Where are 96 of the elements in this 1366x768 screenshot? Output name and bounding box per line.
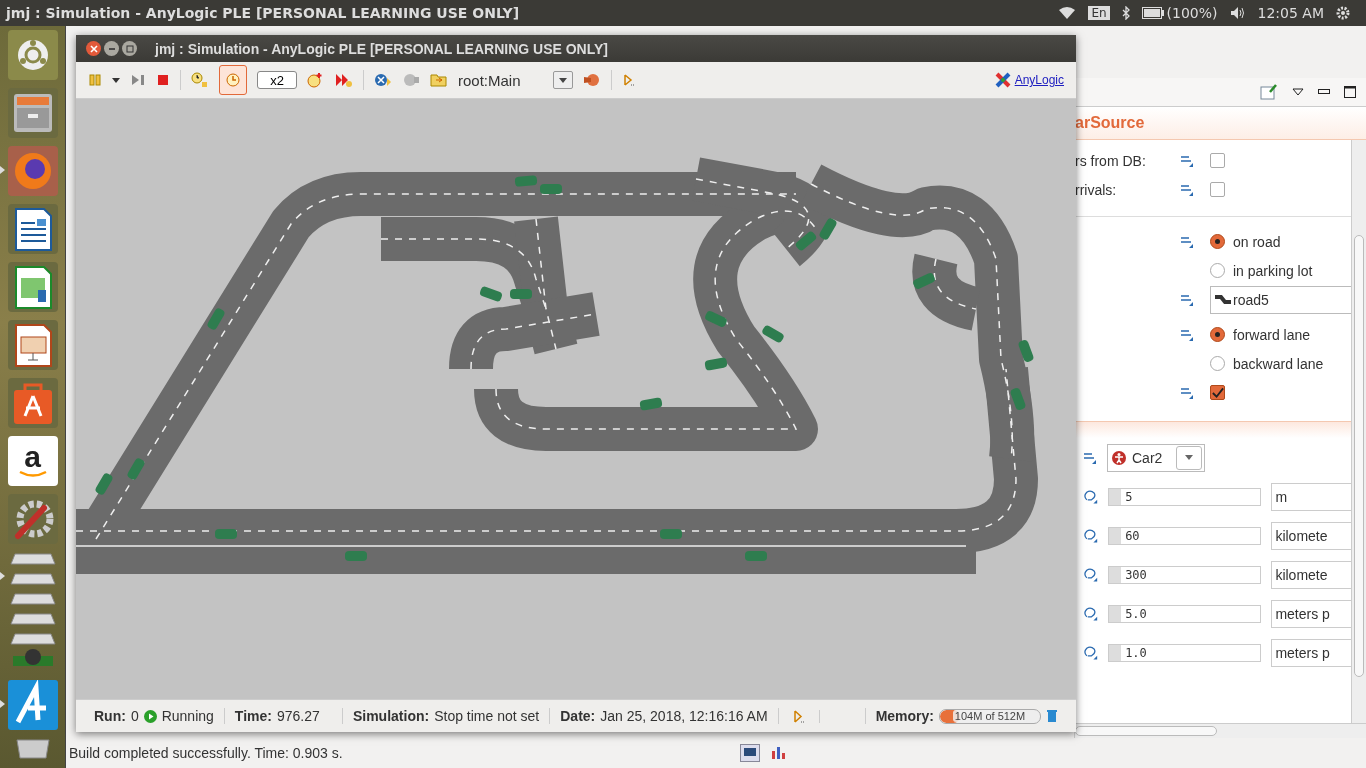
status-value: Running [161,708,214,724]
checkbox[interactable] [1210,385,1225,400]
window-title: jmj : Simulation - AnyLogic PLE [PERSONAL LEARNING USE ONLY] [155,40,608,57]
status-label: Run: [94,708,126,724]
caret-icon [1185,455,1193,460]
scrollbar[interactable] [1351,140,1366,723]
minimize-button[interactable] [104,41,119,56]
wifi-icon[interactable] [1058,6,1077,20]
caret-icon [559,77,567,83]
store-app-icon[interactable]: a [7,436,58,486]
status-value: 976.27 [276,708,321,724]
number-field[interactable]: 60 [1108,526,1262,545]
radio-option[interactable]: on road [1210,233,1281,250]
dynamic-value-icon[interactable] [1083,645,1099,660]
static-value-icon[interactable] [1180,235,1194,248]
file-cabinet-icon[interactable] [7,88,58,138]
circle-logo-icon[interactable] [7,30,58,80]
checkbox[interactable] [1210,182,1225,197]
maximize-icon[interactable] [1344,86,1356,98]
view-menu-icon[interactable] [1292,88,1304,96]
dynamic-value-icon[interactable] [1083,606,1099,621]
trash-icon[interactable] [1046,709,1058,723]
horizontal-scrollbar[interactable] [1075,723,1366,738]
dynamic-value-icon[interactable] [1083,528,1099,543]
number-field[interactable]: 5.0 [1108,604,1262,623]
status-label: Simulation: [352,708,430,724]
radio-option[interactable]: in parking lot [1210,262,1313,279]
road-icon [1215,293,1231,306]
root-selector[interactable]: root:Main [458,71,573,89]
property-label: rrivals: [1075,181,1118,198]
stylized-a-icon[interactable] [7,680,58,730]
static-value-icon[interactable] [1180,293,1194,306]
speed-up-icon[interactable] [307,72,325,88]
static-value-icon[interactable] [1180,183,1194,196]
static-value-icon[interactable] [1180,386,1194,399]
play-icon [143,709,157,723]
status-value: Jan 25, 2018, 12:16:16 AM [600,708,768,724]
static-value-icon[interactable] [1180,328,1194,341]
agent-type-dropdown[interactable]: Car2 [1107,443,1205,472]
real-time-toggle[interactable] [219,65,247,95]
road-field[interactable]: road5 [1210,285,1351,314]
status-label: Time: [234,708,272,724]
chart-icon[interactable] [769,745,786,761]
timer-icon [225,72,241,88]
keyboard-indicator[interactable]: En [1088,6,1110,20]
radio-option[interactable]: forward lane [1210,326,1311,343]
number-field[interactable]: 1.0 [1108,643,1262,662]
static-value-icon[interactable] [1180,154,1194,167]
window-title: jmj : Simulation - AnyLogic PLE [PERSONAL LEARNING USE ONLY] [6,5,521,21]
document-icon[interactable] [7,204,58,254]
gear-icon[interactable] [1336,6,1350,20]
bluetooth-icon[interactable] [1121,6,1130,20]
dynamic-value-icon[interactable] [1083,489,1099,504]
monitor-icon[interactable] [739,744,760,762]
person-icon [1112,450,1126,465]
dynamic-value-icon[interactable] [1083,567,1099,582]
battery-percent: (100%) [1166,5,1218,21]
status-value: Stop time not set [434,708,540,724]
run-fast-icon[interactable] [335,72,353,88]
properties-title: arSource [1075,114,1145,132]
memory-bar: 104M of 512M [939,708,1041,724]
step-icon[interactable] [130,73,146,87]
checkbox[interactable] [1210,153,1225,168]
navigate-icon[interactable] [374,72,392,88]
close-button[interactable] [86,41,101,56]
property-label: rs from DB: [1075,152,1147,169]
radio-option[interactable]: backward lane [1210,355,1324,372]
maximize-button[interactable] [122,41,137,56]
shopping-bag-icon[interactable] [7,378,58,428]
status-value: 0 [130,708,139,724]
globe-icon[interactable] [7,146,58,196]
maximize-icon [125,44,134,53]
play-log-icon[interactable] [792,709,805,723]
brand-link[interactable]: AnyLogic [1014,73,1064,87]
number-field[interactable]: 5 [1108,487,1262,506]
stop-icon[interactable] [156,73,170,87]
volume-icon[interactable] [1229,6,1246,20]
clock-icon[interactable] [191,72,209,88]
number-field[interactable]: 300 [1108,565,1262,584]
clock[interactable]: 12:05 AM [1257,5,1324,21]
build-status: Build completed successfully. Time: 0.903 s. [69,745,343,761]
battery-icon[interactable] [1141,7,1164,19]
close-icon [89,44,98,53]
spreadsheet-icon[interactable] [7,262,58,312]
speed-field[interactable]: x2 [257,71,297,89]
caret-icon[interactable] [112,77,120,83]
status-label: Date: [560,708,596,724]
presentation-icon[interactable] [7,320,58,370]
cross-logo-icon [994,72,1011,88]
horn-icon[interactable] [583,72,601,88]
pin-icon[interactable] [1260,84,1278,100]
gear-wrench-icon[interactable] [7,494,58,544]
minimize-icon[interactable] [1318,89,1330,95]
play-log-icon[interactable] [622,73,636,87]
status-label: Memory: [875,708,934,724]
static-value-icon[interactable] [1083,451,1097,464]
